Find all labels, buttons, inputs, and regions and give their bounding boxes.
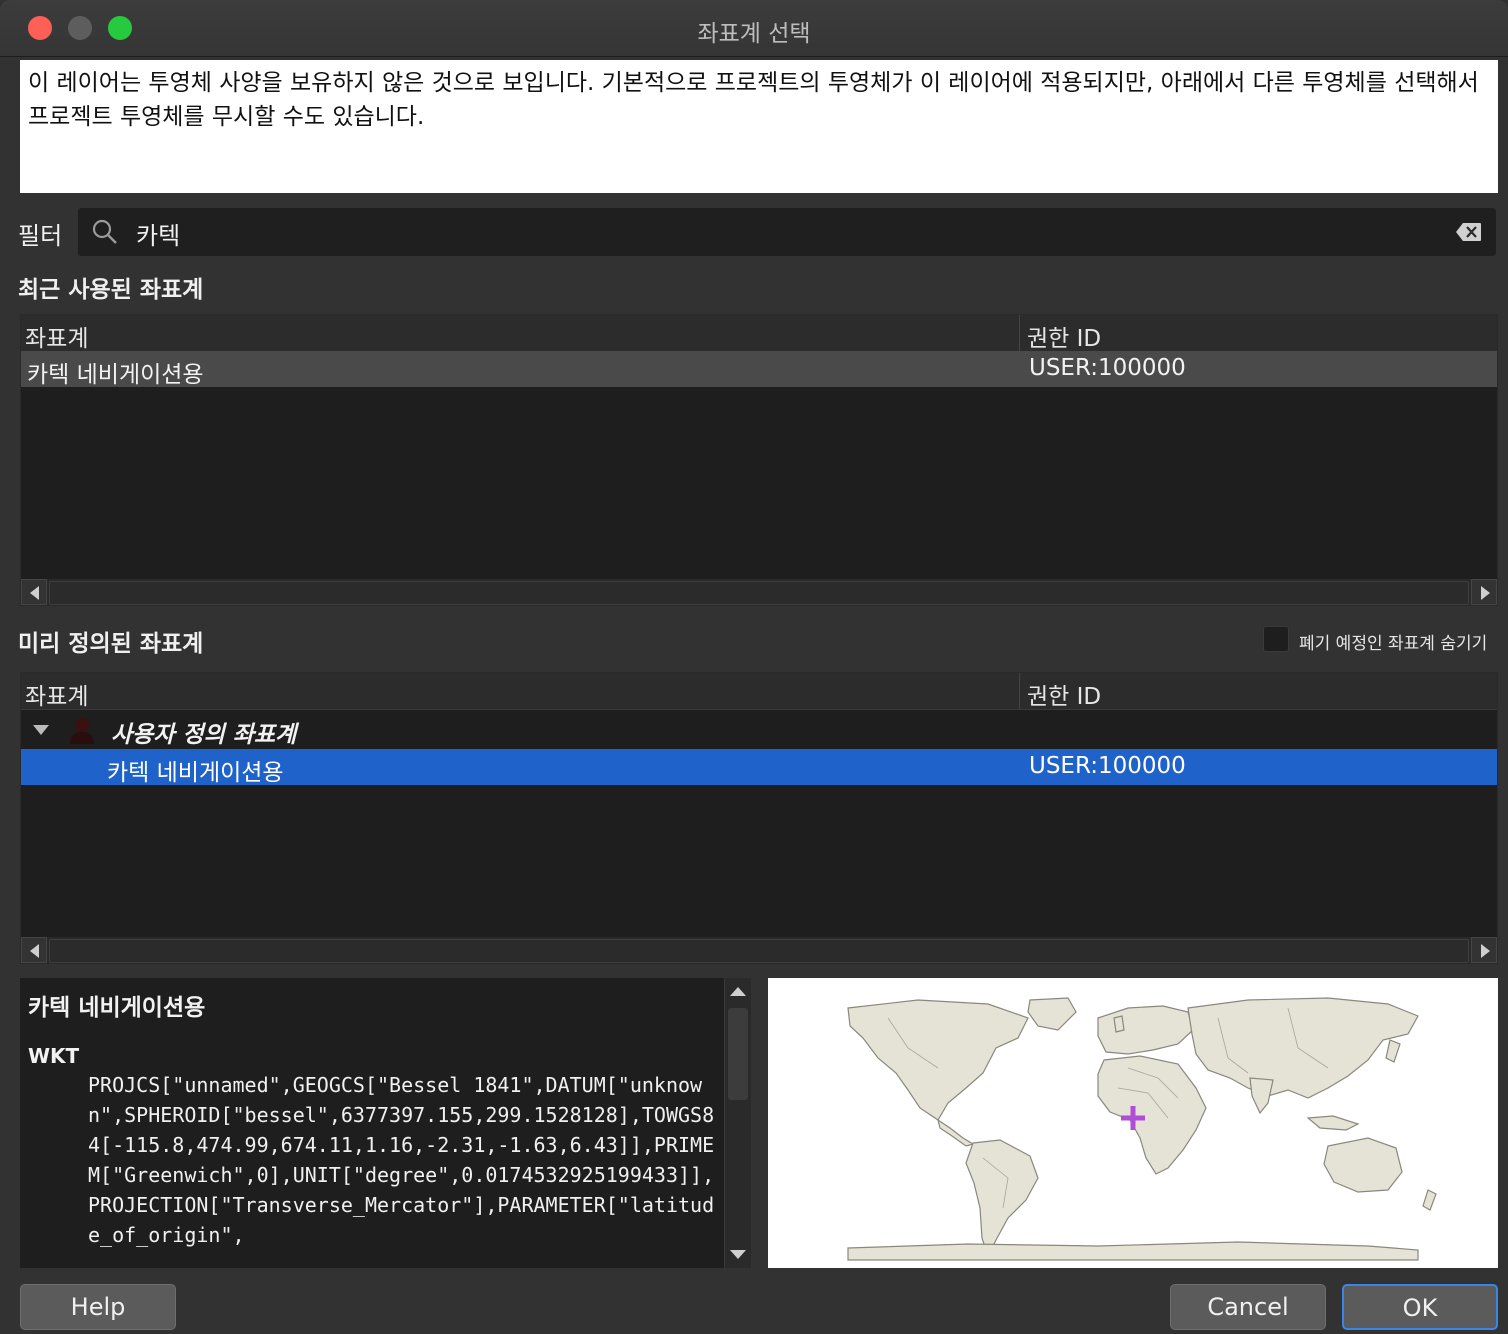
title-bar: 좌표계 선택 xyxy=(0,0,1508,57)
australia xyxy=(1323,1137,1403,1193)
south-america xyxy=(965,1139,1039,1258)
world-map xyxy=(847,997,1437,1261)
new-zealand xyxy=(1422,1189,1437,1211)
column-header-auth-id[interactable]: 권한 ID xyxy=(1027,677,1101,711)
arrow-left-icon xyxy=(30,586,39,600)
column-header-crs[interactable]: 좌표계 xyxy=(25,677,88,711)
user-icon xyxy=(70,718,94,744)
crs-name: 카텍 네비게이션용 xyxy=(27,362,204,388)
filter-input[interactable] xyxy=(134,215,1438,251)
scroll-down-button[interactable] xyxy=(725,1242,751,1268)
predefined-table-header: 좌표계 권한 ID xyxy=(21,673,1497,710)
arrow-down-icon xyxy=(730,1250,746,1259)
crs-name: 카텍 네비게이션용 xyxy=(107,760,284,786)
asia xyxy=(1187,997,1419,1099)
tree-group-row[interactable]: 사용자 정의 좌표계 xyxy=(21,711,1497,748)
crs-details-panel[interactable]: 카텍 네비게이션용 WKT PROJCS["unnamed",GEOGCS["B… xyxy=(20,978,750,1268)
expand-arrow-icon[interactable] xyxy=(33,725,49,735)
table-row-selected[interactable]: 카텍 네비게이션용 USER:100000 xyxy=(21,749,1497,786)
recent-crs-title: 최근 사용된 좌표계 xyxy=(18,277,204,303)
wkt-text: PROJCS["unnamed",GEOGCS["Bessel 1841",DA… xyxy=(88,1073,715,1247)
scroll-left-button[interactable] xyxy=(21,579,47,605)
scroll-right-button[interactable] xyxy=(1471,579,1497,605)
scroll-left-button[interactable] xyxy=(21,937,47,963)
crs-selector-window: 좌표계 선택 이 레이어는 투영체 사양을 보유하지 않은 것으로 보입니다. … xyxy=(0,0,1508,1334)
recent-horizontal-scrollbar[interactable] xyxy=(21,579,1497,605)
scroll-up-button[interactable] xyxy=(725,978,751,1004)
table-row[interactable]: 카텍 네비게이션용 USER:100000 xyxy=(21,351,1497,388)
filter-box xyxy=(78,208,1496,256)
africa xyxy=(1097,1055,1207,1175)
scroll-track[interactable] xyxy=(49,939,1469,963)
info-message: 이 레이어는 투영체 사양을 보유하지 않은 것으로 보입니다. 기본적으로 프… xyxy=(20,60,1498,193)
auth-id: USER:100000 xyxy=(1029,355,1186,381)
auth-id: USER:100000 xyxy=(1029,753,1186,779)
ok-button[interactable]: OK xyxy=(1342,1284,1498,1330)
india xyxy=(1249,1077,1274,1115)
predefined-horizontal-scrollbar[interactable] xyxy=(21,937,1497,963)
japan xyxy=(1385,1039,1401,1063)
recent-crs-table: 좌표계 권한 ID 카텍 네비게이션용 USER:100000 xyxy=(20,314,1498,606)
column-header-auth-id[interactable]: 권한 ID xyxy=(1027,319,1101,353)
arrow-up-icon xyxy=(730,987,746,996)
hide-deprecated-checkbox[interactable] xyxy=(1263,626,1289,652)
cancel-button[interactable]: Cancel xyxy=(1170,1284,1326,1330)
details-crs-name: 카텍 네비게이션용 xyxy=(28,995,206,1021)
help-button[interactable]: Help xyxy=(20,1284,176,1330)
clear-filter-icon[interactable] xyxy=(1456,222,1482,242)
search-icon xyxy=(92,219,117,244)
predefined-crs-table: 좌표계 권한 ID 사용자 정의 좌표계 카텍 네비게이션용 USER:1000… xyxy=(20,672,1498,964)
arrow-left-icon xyxy=(30,944,39,958)
crs-extent-map xyxy=(768,978,1498,1268)
central-america xyxy=(937,1118,975,1147)
user-defined-group-label: 사용자 정의 좌표계 xyxy=(111,722,297,748)
hide-deprecated-label: 폐기 예정인 좌표계 숨기기 xyxy=(1299,634,1488,654)
wkt-label: WKT xyxy=(28,1044,80,1068)
arrow-right-icon xyxy=(1481,944,1490,958)
scroll-right-button[interactable] xyxy=(1471,937,1497,963)
arrow-right-icon xyxy=(1481,586,1490,600)
scroll-thumb[interactable] xyxy=(728,1008,748,1100)
north-america xyxy=(847,999,1029,1121)
british-isles xyxy=(1113,1015,1125,1033)
details-vertical-scrollbar[interactable] xyxy=(724,978,751,1268)
scroll-track[interactable] xyxy=(49,581,1469,605)
greenland xyxy=(1027,997,1077,1031)
recent-table-header: 좌표계 권한 ID xyxy=(21,315,1497,352)
column-header-crs[interactable]: 좌표계 xyxy=(25,319,88,353)
filter-label: 필터 xyxy=(18,222,63,250)
antarctica xyxy=(847,1241,1419,1261)
predefined-crs-title: 미리 정의된 좌표계 xyxy=(18,631,204,657)
window-title: 좌표계 선택 xyxy=(697,21,811,47)
indonesia xyxy=(1306,1115,1360,1131)
europe xyxy=(1097,1005,1194,1055)
